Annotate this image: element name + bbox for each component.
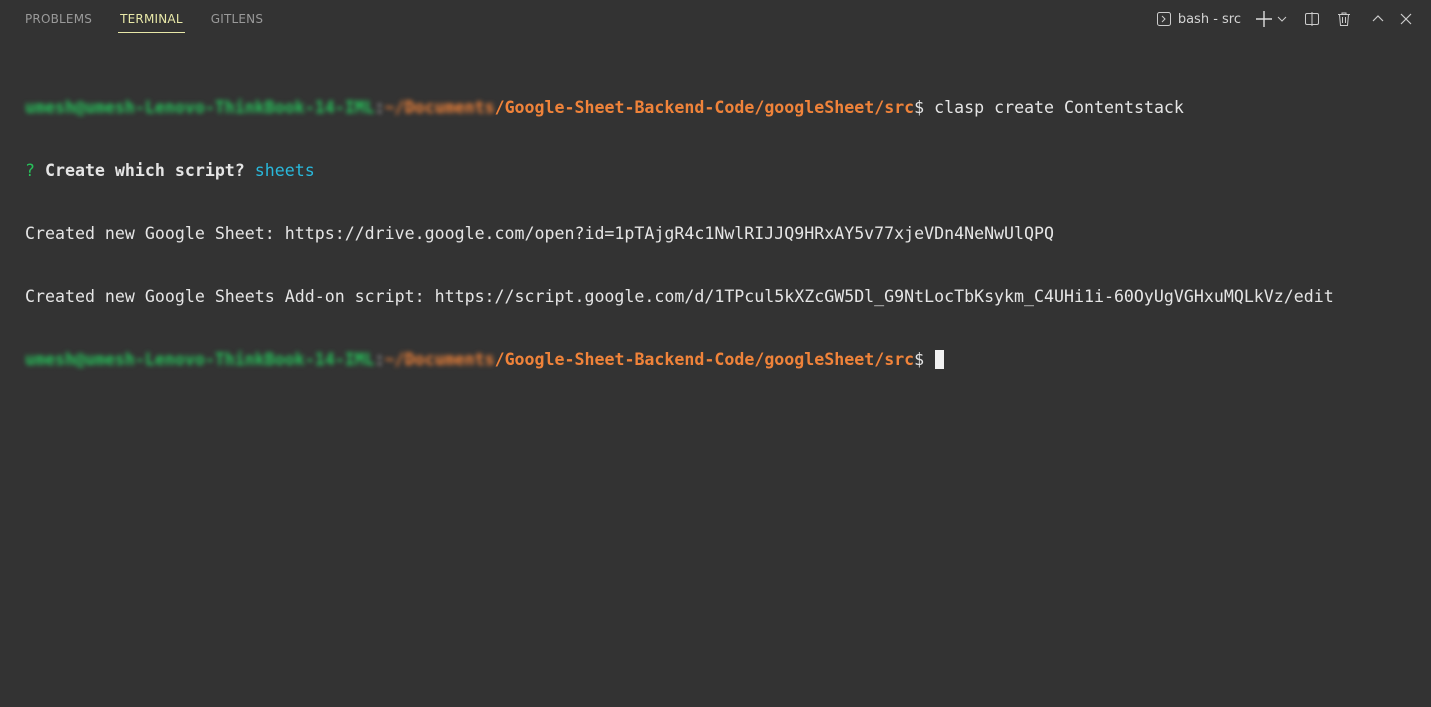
prompt-dollar: $ xyxy=(914,350,935,369)
terminal-output[interactable]: umesh@umesh-Lenovo-ThinkBook-14-IML:~/Do… xyxy=(25,55,1334,391)
plus-icon xyxy=(1256,11,1272,27)
split-terminal-button[interactable] xyxy=(1301,8,1323,30)
prompt-separator: : xyxy=(374,350,385,369)
prompt-path-blurred: ~/Documents xyxy=(384,98,495,117)
terminal-cursor xyxy=(935,350,945,369)
prompt-line: umesh@umesh-Lenovo-ThinkBook-14-IML:~/Do… xyxy=(25,97,1334,118)
tab-gitlens[interactable]: GITLENS xyxy=(211,0,263,40)
new-terminal-button[interactable] xyxy=(1253,8,1275,30)
question-text: Create which script? xyxy=(44,161,245,180)
close-icon xyxy=(1400,13,1412,25)
prompt-path-blurred: ~/Documents xyxy=(384,350,495,369)
answer-text: sheets xyxy=(254,161,315,180)
prompt-line-current: umesh@umesh-Lenovo-ThinkBook-14-IML:~/Do… xyxy=(25,349,1334,370)
terminal-icon xyxy=(1156,12,1171,26)
question-mark: ? xyxy=(25,161,45,180)
kill-terminal-button[interactable] xyxy=(1333,8,1355,30)
prompt-path: /Google-Sheet-Backend-Code/googleSheet/s… xyxy=(494,98,915,117)
chevron-up-icon xyxy=(1372,15,1384,22)
trash-icon xyxy=(1338,12,1350,26)
shell-label: bash - src xyxy=(1177,11,1241,27)
output-line-sheet: Created new Google Sheet: https://drive.… xyxy=(25,224,1054,243)
chevron-down-icon xyxy=(1277,16,1287,22)
tab-problems[interactable]: PROBLEMS xyxy=(25,0,92,40)
prompt-path: /Google-Sheet-Backend-Code/googleSheet/s… xyxy=(494,350,915,369)
panel-tabs: PROBLEMS TERMINAL GITLENS xyxy=(0,0,263,40)
close-panel-button[interactable] xyxy=(1395,8,1417,30)
question-line: ? Create which script? sheets xyxy=(25,160,1334,181)
prompt-separator: : xyxy=(374,98,385,117)
tab-terminal[interactable]: TERMINAL xyxy=(118,0,185,40)
prompt-user-host: umesh@umesh-Lenovo-ThinkBook-14-IML xyxy=(25,350,375,369)
output-line-script: Created new Google Sheets Add-on script:… xyxy=(25,287,1334,306)
prompt-dollar: $ xyxy=(914,98,935,117)
terminal-select-button[interactable]: bash - src xyxy=(1156,8,1241,30)
split-icon xyxy=(1305,12,1319,26)
terminal-toolbar: bash - src xyxy=(1150,0,1417,38)
command-text: clasp create Contentstack xyxy=(934,98,1184,117)
prompt-user-host: umesh@umesh-Lenovo-ThinkBook-14-IML xyxy=(25,98,375,117)
terminal-dropdown-button[interactable] xyxy=(1275,8,1289,30)
maximize-panel-button[interactable] xyxy=(1367,8,1389,30)
